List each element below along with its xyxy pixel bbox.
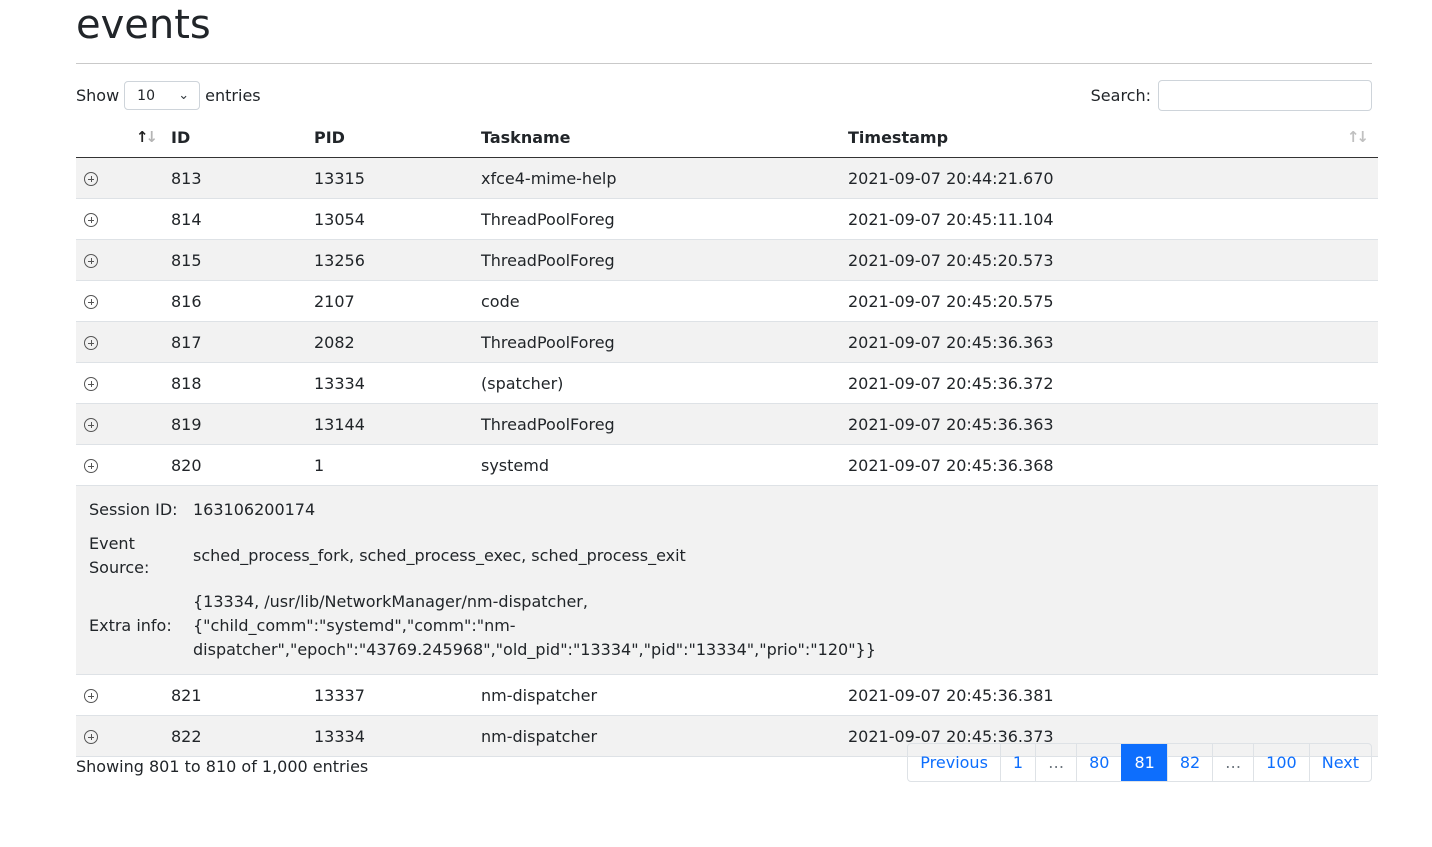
expand-row-icon[interactable] bbox=[84, 172, 98, 186]
cell-pid: 13334 bbox=[314, 715, 481, 757]
previous-page-button[interactable]: Previous bbox=[908, 744, 1000, 781]
cell-timestamp: 2021-09-07 20:45:36.363 bbox=[848, 403, 1378, 445]
cell-timestamp: 2021-09-07 20:45:20.573 bbox=[848, 239, 1378, 281]
cell-id: 822 bbox=[171, 715, 314, 757]
cell-id: 818 bbox=[171, 362, 314, 404]
column-header-timestamp[interactable]: Timestamp ↑↓ bbox=[848, 118, 1378, 158]
cell-id: 821 bbox=[171, 674, 314, 716]
column-header-id[interactable]: ID bbox=[171, 118, 314, 158]
expand-row-icon[interactable] bbox=[84, 336, 98, 350]
cell-pid: 1 bbox=[314, 444, 481, 486]
length-control: Show 10 ⌄ entries bbox=[76, 80, 261, 111]
cell-pid: 13256 bbox=[314, 239, 481, 281]
cell-id: 813 bbox=[171, 157, 314, 199]
table-row[interactable]: 813 13315 xfce4-mime-help 2021-09-07 20:… bbox=[76, 157, 1378, 199]
expand-row-icon[interactable] bbox=[84, 254, 98, 268]
cell-timestamp: 2021-09-07 20:45:11.104 bbox=[848, 198, 1378, 240]
cell-timestamp: 2021-09-07 20:45:36.381 bbox=[848, 674, 1378, 716]
cell-taskname: ThreadPoolForeg bbox=[481, 198, 848, 240]
cell-pid: 13054 bbox=[314, 198, 481, 240]
expand-row-icon[interactable] bbox=[84, 730, 98, 744]
cell-pid: 13144 bbox=[314, 403, 481, 445]
page-title: events bbox=[76, 2, 211, 48]
page-1-button[interactable]: 1 bbox=[999, 744, 1035, 781]
entries-per-page-value: 10 bbox=[137, 87, 155, 104]
pagination-ellipsis: … bbox=[1035, 744, 1076, 781]
column-header-taskname[interactable]: Taskname bbox=[481, 118, 848, 158]
entries-per-page-select[interactable]: 10 ⌄ bbox=[124, 81, 201, 110]
row-detail: Session ID: 163106200174 Event Source: s… bbox=[76, 485, 1378, 675]
page-100-button[interactable]: 100 bbox=[1253, 744, 1309, 781]
page-80-button[interactable]: 80 bbox=[1076, 744, 1121, 781]
expand-row-icon[interactable] bbox=[84, 213, 98, 227]
sort-icon[interactable]: ↑↓ bbox=[1347, 128, 1369, 146]
column-header-control[interactable]: ↑↓ bbox=[76, 118, 171, 158]
next-page-button[interactable]: Next bbox=[1308, 744, 1371, 781]
title-divider bbox=[76, 63, 1372, 64]
expand-row-icon[interactable] bbox=[84, 689, 98, 703]
pagination-ellipsis: … bbox=[1212, 744, 1253, 781]
table-row[interactable]: 819 13144 ThreadPoolForeg 2021-09-07 20:… bbox=[76, 403, 1378, 445]
session-id-value: 163106200174 bbox=[193, 500, 316, 519]
cell-id: 817 bbox=[171, 321, 314, 363]
cell-id: 820 bbox=[171, 444, 314, 486]
table-row[interactable]: 814 13054 ThreadPoolForeg 2021-09-07 20:… bbox=[76, 198, 1378, 240]
search-control: Search: bbox=[1091, 80, 1372, 111]
expand-row-icon[interactable] bbox=[84, 418, 98, 432]
cell-pid: 13315 bbox=[314, 157, 481, 199]
extra-info-label: Extra info: bbox=[89, 616, 172, 635]
cell-timestamp: 2021-09-07 20:45:36.372 bbox=[848, 362, 1378, 404]
row-detail-list: Session ID: 163106200174 Event Source: s… bbox=[89, 498, 1378, 662]
event-source-value: sched_process_fork, sched_process_exec, … bbox=[193, 546, 686, 565]
cell-timestamp: 2021-09-07 20:45:20.575 bbox=[848, 280, 1378, 322]
cell-taskname: ThreadPoolForeg bbox=[481, 321, 848, 363]
page-81-button[interactable]: 81 bbox=[1121, 744, 1167, 781]
events-table: ↑↓ ID PID Taskname Timestamp ↑↓ 813 1331… bbox=[76, 118, 1378, 757]
search-input[interactable] bbox=[1158, 80, 1372, 111]
cell-taskname: ThreadPoolForeg bbox=[481, 403, 848, 445]
expand-row-icon[interactable] bbox=[84, 295, 98, 309]
show-label: Show bbox=[76, 86, 120, 105]
column-header-pid[interactable]: PID bbox=[314, 118, 481, 158]
session-id-label: Session ID: bbox=[89, 500, 178, 519]
cell-id: 815 bbox=[171, 239, 314, 281]
search-label: Search: bbox=[1090, 86, 1151, 105]
expand-row-icon[interactable] bbox=[84, 377, 98, 391]
table-header-row: ↑↓ ID PID Taskname Timestamp ↑↓ bbox=[76, 118, 1378, 158]
table-row[interactable]: 815 13256 ThreadPoolForeg 2021-09-07 20:… bbox=[76, 239, 1378, 281]
cell-taskname: ThreadPoolForeg bbox=[481, 239, 848, 281]
table-row[interactable]: 820 1 systemd 2021-09-07 20:45:36.368 bbox=[76, 444, 1378, 486]
cell-taskname: code bbox=[481, 280, 848, 322]
cell-timestamp: 2021-09-07 20:45:36.363 bbox=[848, 321, 1378, 363]
pagination: Previous 1 … 80 81 82 … 100 Next bbox=[907, 743, 1372, 782]
event-source-label: Event Source: bbox=[89, 534, 150, 577]
cell-taskname: (spatcher) bbox=[481, 362, 848, 404]
cell-timestamp: 2021-09-07 20:45:36.368 bbox=[848, 444, 1378, 486]
cell-id: 819 bbox=[171, 403, 314, 445]
entries-label: entries bbox=[205, 86, 261, 105]
table-row[interactable]: 817 2082 ThreadPoolForeg 2021-09-07 20:4… bbox=[76, 321, 1378, 363]
chevron-down-icon: ⌄ bbox=[178, 88, 190, 103]
page-82-button[interactable]: 82 bbox=[1166, 744, 1212, 781]
expand-row-icon[interactable] bbox=[84, 459, 98, 473]
table-row[interactable]: 821 13337 nm-dispatcher 2021-09-07 20:45… bbox=[76, 674, 1378, 716]
cell-taskname: xfce4-mime-help bbox=[481, 157, 848, 199]
cell-pid: 2107 bbox=[314, 280, 481, 322]
cell-pid: 2082 bbox=[314, 321, 481, 363]
cell-timestamp: 2021-09-07 20:44:21.670 bbox=[848, 157, 1378, 199]
table-info: Showing 801 to 810 of 1,000 entries bbox=[76, 757, 369, 776]
cell-taskname: nm-dispatcher bbox=[481, 674, 848, 716]
table-row[interactable]: 818 13334 (spatcher) 2021-09-07 20:45:36… bbox=[76, 362, 1378, 404]
events-page: events Show 10 ⌄ entries Search: ↑↓ ID P… bbox=[0, 0, 1432, 847]
cell-pid: 13334 bbox=[314, 362, 481, 404]
extra-info-value: {13334, /usr/lib/NetworkManager/nm-dispa… bbox=[193, 592, 876, 659]
table-row[interactable]: 816 2107 code 2021-09-07 20:45:20.575 bbox=[76, 280, 1378, 322]
cell-taskname: nm-dispatcher bbox=[481, 715, 848, 757]
sort-ascending-icon[interactable]: ↑↓ bbox=[136, 128, 158, 146]
cell-id: 816 bbox=[171, 280, 314, 322]
cell-taskname: systemd bbox=[481, 444, 848, 486]
cell-pid: 13337 bbox=[314, 674, 481, 716]
cell-id: 814 bbox=[171, 198, 314, 240]
